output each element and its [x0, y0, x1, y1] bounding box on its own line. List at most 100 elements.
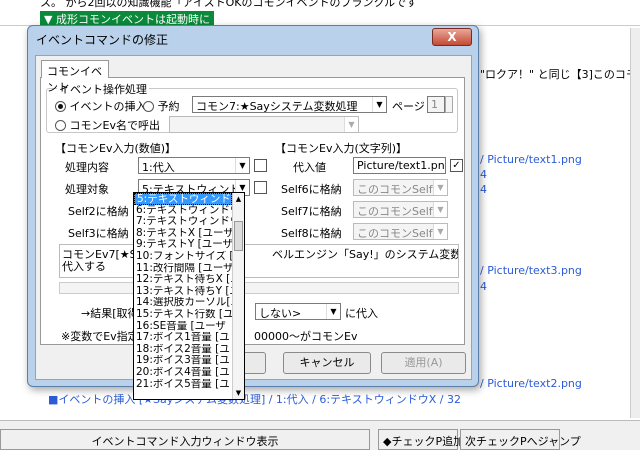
note-left: ※変数でEv指定 — [61, 330, 139, 343]
self3-label: Self3に格納 — [68, 227, 129, 240]
scroll-down-icon[interactable]: ▼ — [233, 387, 244, 399]
self7-select[interactable]: このコモンSelf5 ▼ — [353, 201, 448, 218]
radio-insert-label: イベントの挿入 — [69, 100, 147, 113]
dropdown-item[interactable]: 13:テキスト待ちY [ユ — [134, 286, 232, 298]
editor-line[interactable]: 4 — [480, 280, 487, 293]
self6-select[interactable]: このコモンSelf5 ▼ — [353, 179, 448, 196]
chevron-down-icon[interactable]: ▼ — [372, 97, 386, 112]
self7-select-value: このコモンSelf5 — [357, 205, 440, 218]
radio-reserve[interactable]: 予約 — [143, 98, 180, 114]
radio-reserve-label: 予約 — [157, 100, 180, 113]
radio-call-name-label: コモンEv名で呼出 — [69, 119, 160, 132]
dropdown-item[interactable]: 21:ボイス5音量 [ユ — [134, 379, 232, 391]
result-select-value: しない> — [259, 307, 302, 320]
dropdown-item[interactable]: 8:テキストX [ユーザ — [134, 228, 232, 240]
event-command-input-button[interactable]: イベントコマンド入力ウィンドウ表示 — [0, 429, 370, 450]
assign-checkbox[interactable]: ✓ — [450, 159, 463, 172]
dropdown-item[interactable]: 11:改行間隔 [ユーザ — [134, 263, 232, 275]
page-label: ページ — [392, 100, 425, 113]
dropdown-item[interactable]: 15:テキスト行数 [ユ — [134, 309, 232, 321]
close-icon[interactable]: X — [432, 28, 472, 46]
radio-icon[interactable] — [55, 101, 66, 112]
dropdown-item[interactable]: 5:テキストウィンドウ — [134, 193, 232, 205]
dropdown-item[interactable]: 10:フォントサイズ [ユ — [134, 251, 232, 263]
chevron-down-icon[interactable]: ▼ — [433, 224, 447, 239]
event-command-dialog: イベントコマンドの修正 X コモンイベント イベント操作処理 イベントの挿入 予… — [27, 25, 479, 387]
dropdown-item[interactable]: 18:ボイス2音量 [ユ — [134, 344, 232, 356]
note-right: 00000〜がコモンEv — [254, 330, 358, 343]
numeric-input-heading: 【コモンEv入力(数値)】 — [55, 142, 177, 155]
target-dropdown-list[interactable]: 5:テキストウィンドウ6:テキストウィンドウX7:テキストウィンドウY8:テキス… — [133, 192, 245, 400]
process-checkbox[interactable] — [254, 159, 267, 172]
description-scroll[interactable] — [59, 282, 459, 294]
add-checkpoint-button[interactable]: ◆チェックP追加 — [378, 429, 464, 450]
tab-panel: イベント操作処理 イベントの挿入 予約 コモン7:★Sayシステム変数処理 ▼ … — [40, 77, 465, 345]
scroll-thumb[interactable] — [234, 221, 243, 251]
editor-line[interactable]: / Picture/text2.png — [480, 377, 582, 390]
description-right: ベルエンジン「Say!」のシステム変数を取得・ — [272, 248, 458, 261]
editor-line[interactable]: "ロクア！" と同じ【3]このコモンEv1 — [480, 66, 640, 82]
radio-icon[interactable] — [55, 120, 66, 131]
editor-line[interactable]: / Picture/text3.png — [480, 264, 582, 277]
radio-call-by-name[interactable]: コモンEv名で呼出 — [55, 117, 160, 133]
editor-line[interactable]: / Picture/text1.png — [480, 153, 582, 166]
common-event-select-value: コモン7:★Sayシステム変数処理 — [196, 100, 358, 113]
chevron-down-icon[interactable]: ▼ — [235, 158, 249, 173]
process-select[interactable]: 1:代入 ▼ — [138, 157, 250, 174]
radio-icon[interactable] — [143, 101, 154, 112]
self8-label: Self8に格納 — [281, 227, 342, 240]
dropdown-item[interactable]: 12:テキスト待ちX [ユ — [134, 274, 232, 286]
dropdown-item[interactable]: 16:SE音量 [ユーザ — [134, 321, 232, 333]
description-box: コモンEv7[★Say ベルエンジン「Say!」のシステム変数を取得・ 代入する — [59, 244, 459, 278]
dropdown-item[interactable]: 6:テキストウィンドウX — [134, 205, 232, 217]
result-label: →結果[取得 — [81, 307, 139, 320]
dialog-client: コモンイベント イベント操作処理 イベントの挿入 予約 コモン7:★Sayシステ… — [35, 55, 472, 380]
scroll-up-icon[interactable]: ▲ — [233, 193, 244, 205]
result-suffix: に代入 — [345, 307, 378, 320]
common-name-select[interactable]: ▼ — [169, 116, 359, 133]
editor-line[interactable]: 4 — [480, 183, 487, 196]
self2-label: Self2に格納 — [68, 205, 129, 218]
dropdown-item[interactable]: 20:ボイス4音量 [ユ — [134, 367, 232, 379]
editor-line[interactable]: 4 — [480, 168, 487, 181]
assign-value-field[interactable]: Picture/text1.png — [353, 157, 446, 174]
description-line2: 代入する — [62, 260, 106, 273]
self8-select[interactable]: このコモンSelf5 ▼ — [353, 223, 448, 240]
editor-line: ス。 から2回以の知識機能「アイストOKのコモンイベントのブランクルです — [40, 0, 418, 9]
editor-top-strip: ス。 から2回以の知識機能「アイストOKのコモンイベントのブランクルです ▼ 成… — [0, 0, 640, 27]
tab-common-event[interactable]: コモンイベント — [41, 60, 109, 94]
process-label: 処理内容 — [65, 161, 109, 174]
page-field[interactable]: 1 — [427, 96, 445, 113]
self8-select-value: このコモンSelf5 — [357, 227, 440, 240]
chevron-down-icon[interactable]: ▼ — [433, 202, 447, 217]
dropdown-item[interactable]: 19:ボイス3音量 [ユ — [134, 355, 232, 367]
cancel-button[interactable]: キャンセル — [283, 352, 371, 374]
dropdown-scrollbar[interactable]: ▲ ▼ — [232, 193, 244, 399]
assign-label: 代入値 — [293, 161, 326, 174]
target-label: 処理対象 — [65, 183, 109, 196]
radio-insert-event[interactable]: イベントの挿入 — [55, 98, 147, 114]
process-select-value: 1:代入 — [142, 161, 175, 174]
dropdown-item[interactable]: 9:テキストY [ユーザ — [134, 239, 232, 251]
result-select[interactable]: しない> ▼ — [255, 303, 341, 320]
self6-select-value: このコモンSelf5 — [357, 183, 440, 196]
dialog-title: イベントコマンドの修正 — [36, 33, 169, 47]
self7-label: Self7に格納 — [281, 205, 342, 218]
target-checkbox[interactable] — [254, 181, 267, 194]
string-input-heading: 【コモンEv入力(文字列)】 — [275, 142, 408, 155]
event-ops-legend: イベント操作処理 — [57, 81, 149, 97]
dropdown-item[interactable]: 14:選択肢カーソル[ユ — [134, 297, 232, 309]
apply-button[interactable]: 適用(A) — [381, 352, 466, 374]
chevron-down-icon[interactable]: ▼ — [344, 117, 358, 132]
dropdown-items: 5:テキストウィンドウ6:テキストウィンドウX7:テキストウィンドウY8:テキス… — [134, 193, 244, 390]
editor-line[interactable]: ■イベントの挿入 [★Sayシステム変数処理] / 1:代入 / 6:テキストウ… — [48, 391, 461, 407]
chevron-down-icon[interactable]: ▼ — [433, 180, 447, 195]
dropdown-item[interactable]: 17:ボイス1音量 [ユ — [134, 332, 232, 344]
next-checkpoint-button[interactable]: 次チェックPへジャンプ — [460, 429, 581, 450]
dropdown-item[interactable]: 7:テキストウィンドウY — [134, 216, 232, 228]
common-event-select[interactable]: コモン7:★Sayシステム変数処理 ▼ — [192, 96, 387, 113]
chevron-down-icon[interactable]: ▼ — [326, 304, 340, 319]
editor-scrollbar[interactable] — [630, 28, 640, 418]
self6-label: Self6に格納 — [281, 183, 342, 196]
page-spinner[interactable] — [445, 96, 453, 113]
